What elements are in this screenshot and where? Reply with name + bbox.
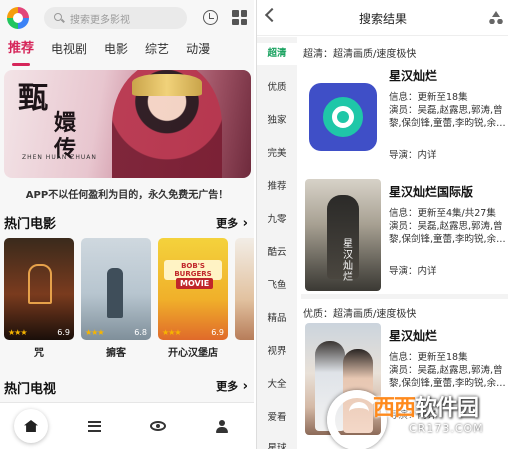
search-placeholder: 搜索更多影视 xyxy=(70,14,130,26)
rating-stars: ★★★ xyxy=(85,328,104,337)
tab-movies[interactable]: 电影 xyxy=(104,38,128,64)
source-item-jingpin[interactable]: 精品 xyxy=(257,310,297,324)
result-title: 星汉灿烂国际版 xyxy=(389,185,474,199)
source-item-aikan[interactable]: 爱看 xyxy=(257,409,297,423)
grid-icon[interactable] xyxy=(232,10,247,25)
result-info: 信息：更新至18集 xyxy=(389,92,468,103)
movie-card[interactable]: ★★★ 6.8 掮客 xyxy=(81,238,151,362)
hot-movies-more-link[interactable]: 更多 xyxy=(216,215,248,231)
category-tabs: 推荐 电视剧 电影 综艺 动漫 xyxy=(0,38,254,66)
group-header: 优质：超清画质/速度极快 xyxy=(303,309,417,320)
movie-poster: ★★★ 6.9 xyxy=(4,238,74,340)
featured-banner[interactable]: 甄 嬛传 ZHEN HUAN ZHUAN xyxy=(4,70,251,178)
result-info: 信息：更新至4集/共27集 xyxy=(389,208,496,219)
results-header: 搜索结果 xyxy=(257,0,508,36)
movie-poster: ★★★ 6.8 xyxy=(81,238,151,340)
movie-card[interactable]: ★★★ 6.9 开心汉堡店 xyxy=(158,238,228,362)
source-sidebar: 超清 优质 独家 完美 推荐 九零 酷云 飞鱼 精品 视界 大全 爱看 星球 xyxy=(257,37,297,449)
rating-score: 6.9 xyxy=(211,328,224,337)
bottom-nav xyxy=(0,402,254,449)
free-notice: APP不以任何盈利为目的，永久免费无广告！ xyxy=(25,190,229,201)
search-input[interactable]: 搜索更多影视 xyxy=(44,7,187,29)
tab-tv-series[interactable]: 电视剧 xyxy=(51,38,87,64)
eye-icon xyxy=(150,421,166,431)
movie-poster xyxy=(235,238,254,340)
watermark-domain: CR173.COM xyxy=(409,422,484,435)
film-reel-icon xyxy=(309,83,377,151)
movie-card[interactable] xyxy=(235,238,254,362)
rating-score: 6.9 xyxy=(57,328,70,337)
result-item[interactable]: 星汉灿烂国际版 信息：更新至4集/共27集 演员：吴磊,赵露思,郭涛,曾 黎,保… xyxy=(305,179,508,295)
movie-title: 开心汉堡店 xyxy=(168,348,218,359)
page-title: 搜索结果 xyxy=(358,12,407,26)
result-title: 星汉灿烂 xyxy=(389,329,438,343)
rating-stars: ★★★ xyxy=(162,328,181,337)
home-screen: 搜索更多影视 推荐 电视剧 电影 综艺 动漫 甄 嬛传 ZHEN HUAN ZH… xyxy=(0,0,254,449)
hot-tv-more-link[interactable]: 更多 xyxy=(216,378,248,394)
tab-anime[interactable]: 动漫 xyxy=(186,38,210,64)
source-item-daquan[interactable]: 大全 xyxy=(257,376,297,390)
source-item-youzhi[interactable]: 优质 xyxy=(257,79,297,93)
result-info: 信息：更新至18集 xyxy=(389,352,468,363)
result-item[interactable]: 星汉灿烂 信息：更新至18集 演员：吴磊,赵露思,郭涛,曾 黎,保剑锋,童蕾,李… xyxy=(305,63,508,179)
hot-movies-title: 热门电影 xyxy=(4,217,57,232)
shapes-icon[interactable] xyxy=(489,11,503,25)
hot-tv-title: 热门电视 xyxy=(4,382,57,397)
group-divider xyxy=(301,294,508,299)
result-thumbnail xyxy=(305,63,381,175)
source-item-xingqiu[interactable]: 星球 xyxy=(257,440,297,449)
source-item-chaoqing[interactable]: 超清 xyxy=(257,43,297,65)
group-header: 超清：超清画质/速度极快 xyxy=(303,49,417,60)
top-bar: 搜索更多影视 xyxy=(0,0,254,36)
search-icon xyxy=(54,13,64,23)
banner-headdress xyxy=(132,74,202,96)
history-icon[interactable] xyxy=(203,10,218,25)
rating-score: 6.8 xyxy=(134,328,147,337)
nav-profile-button[interactable] xyxy=(204,408,240,444)
source-item-wanmei[interactable]: 完美 xyxy=(257,145,297,159)
source-item-kuyun[interactable]: 酷云 xyxy=(257,244,297,258)
search-results-screen: 搜索结果 超清 优质 独家 完美 推荐 九零 酷云 飞鱼 精品 视界 大全 爱看… xyxy=(256,0,508,449)
rating-stars: ★★★ xyxy=(8,328,27,337)
app-logo-icon[interactable] xyxy=(7,7,29,29)
movie-card[interactable]: ★★★ 6.9 咒 xyxy=(4,238,74,362)
source-item-feiyu[interactable]: 飞鱼 xyxy=(257,277,297,291)
tab-recommend[interactable]: 推荐 xyxy=(8,38,34,66)
banner-title-line1: 甄 xyxy=(18,81,48,116)
nav-list-button[interactable] xyxy=(76,408,112,444)
source-item-jiuling[interactable]: 九零 xyxy=(257,211,297,225)
list-icon xyxy=(87,420,101,432)
nav-watch-button[interactable] xyxy=(140,408,176,444)
movie-title: 掮客 xyxy=(106,348,126,359)
watermark-brand: 西西软件园 xyxy=(373,396,479,421)
site-watermark: 西西软件园 CR173.COM xyxy=(327,384,507,449)
movie-title: 咒 xyxy=(34,348,44,359)
tab-variety[interactable]: 综艺 xyxy=(145,38,169,64)
result-cast: 演员：吴磊,赵露思,郭涛,曾 黎,保剑锋,童蕾,李昀锐,余… xyxy=(389,221,506,245)
movie-poster: ★★★ 6.9 xyxy=(158,238,228,340)
hot-movies-list: ★★★ 6.9 咒 ★★★ 6.8 掮客 ★★★ 6.9 开心汉堡店 xyxy=(4,238,254,362)
source-item-shijie[interactable]: 视界 xyxy=(257,343,297,357)
source-item-tuijian[interactable]: 推荐 xyxy=(257,178,297,192)
home-icon xyxy=(24,420,38,432)
banner-english-title: ZHEN HUAN ZHUAN xyxy=(22,154,97,161)
result-director: 导演：内详 xyxy=(389,150,437,161)
nav-home-button[interactable] xyxy=(14,409,48,443)
result-cast: 演员：吴磊,赵露思,郭涛,曾 黎,保剑锋,童蕾,李昀锐,余… xyxy=(389,105,506,129)
watermark-logo-icon xyxy=(327,390,387,449)
user-icon xyxy=(216,419,228,433)
source-item-dujia[interactable]: 独家 xyxy=(257,112,297,126)
result-thumbnail xyxy=(305,179,381,291)
result-director: 导演：内详 xyxy=(389,266,437,277)
result-title: 星汉灿烂 xyxy=(389,69,438,83)
